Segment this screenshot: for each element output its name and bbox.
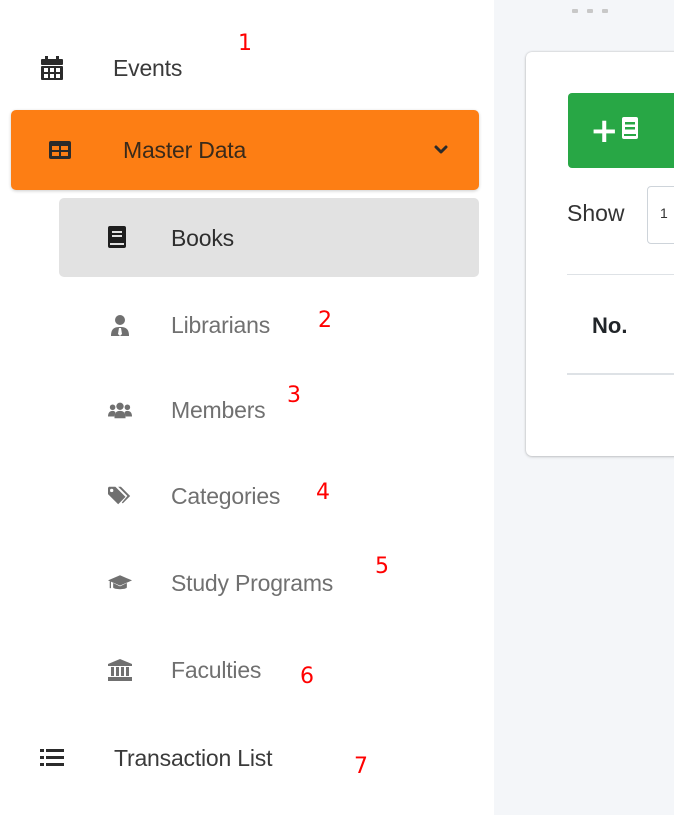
sidebar-item-label: Transaction List	[114, 744, 273, 771]
annotation-number: 1	[238, 31, 252, 56]
annotation-number: 2	[318, 308, 332, 333]
sidebar-item-books[interactable]: Books	[59, 198, 479, 277]
university-icon	[108, 658, 132, 682]
header-fragment	[572, 0, 672, 13]
users-icon	[108, 398, 132, 422]
sidebar-item-label: Members	[171, 396, 266, 423]
table-header-no[interactable]: No.	[592, 313, 627, 339]
divider	[567, 274, 674, 275]
sidebar-item-transaction-list[interactable]: Transaction List	[40, 736, 272, 780]
annotation-number: 3	[287, 383, 301, 408]
sidebar-item-study-programs[interactable]: Study Programs	[108, 561, 333, 605]
list-icon	[40, 746, 64, 770]
annotation-number: 5	[375, 554, 389, 579]
sidebar-item-label: Events	[113, 54, 183, 81]
sidebar-item-categories[interactable]: Categories	[108, 474, 280, 518]
sidebar-item-events[interactable]: Events	[40, 46, 182, 90]
sidebar-item-label: Master Data	[123, 137, 247, 163]
entries-per-page-select[interactable]: 1	[647, 186, 674, 244]
sidebar-item-label: Study Programs	[171, 569, 334, 596]
plus-icon: +	[590, 110, 619, 151]
table-icon	[48, 138, 72, 162]
sidebar-item-faculties[interactable]: Faculties	[108, 648, 261, 692]
sidebar-item-members[interactable]: Members	[108, 388, 266, 432]
sidebar: Events Master Data Books Librarians Memb…	[0, 0, 494, 815]
sidebar-item-label: Books	[171, 225, 234, 251]
sidebar-item-label: Categories	[171, 482, 281, 509]
annotation-number: 6	[300, 664, 314, 689]
sidebar-item-master-data[interactable]: Master Data	[11, 110, 479, 190]
sidebar-item-label: Faculties	[171, 656, 262, 683]
show-entries-label: Show	[567, 200, 625, 226]
sidebar-item-librarians[interactable]: Librarians	[108, 303, 270, 347]
user-tie-icon	[108, 313, 132, 337]
add-book-button[interactable]: +	[568, 93, 674, 168]
graduation-cap-icon	[108, 571, 132, 595]
calendar-icon	[40, 56, 64, 80]
table-header-border	[567, 373, 674, 375]
annotation-number: 7	[354, 754, 368, 779]
books-card: + Show 1 No.	[526, 52, 674, 456]
book-icon	[621, 117, 638, 144]
book-icon	[105, 225, 129, 249]
tags-icon	[108, 484, 132, 508]
sidebar-item-label: Librarians	[171, 311, 270, 338]
chevron-down-icon	[431, 140, 451, 160]
annotation-number: 4	[316, 480, 330, 505]
